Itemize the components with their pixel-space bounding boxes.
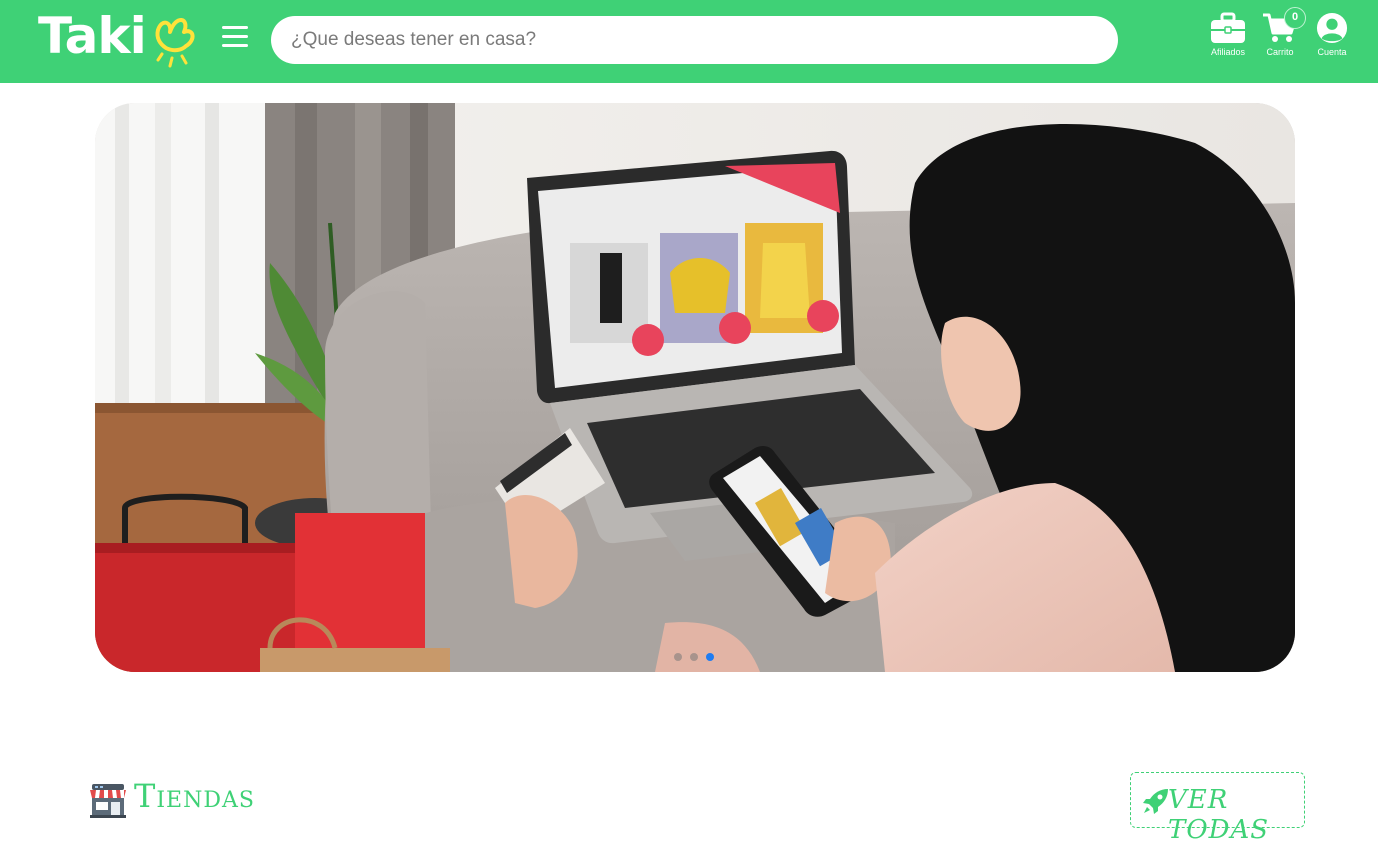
- menu-icon[interactable]: [222, 26, 250, 52]
- affiliates-label: Afiliados: [1210, 47, 1246, 57]
- carousel-dots: [674, 648, 722, 661]
- carousel-dot-1[interactable]: [674, 653, 682, 661]
- hero-carousel[interactable]: [95, 103, 1295, 672]
- stores-section-title: Tiendas: [134, 777, 255, 815]
- user-icon: [1316, 12, 1348, 44]
- logo-text: Taki: [38, 7, 147, 65]
- cart-button[interactable]: 0 Carrito: [1254, 7, 1306, 68]
- briefcase-icon: [1211, 12, 1245, 43]
- search-input[interactable]: [271, 16, 1118, 64]
- account-label: Cuenta: [1317, 47, 1347, 57]
- cart-label: Carrito: [1266, 47, 1294, 57]
- carousel-dot-2[interactable]: [690, 653, 698, 661]
- cart-count-badge: 0: [1284, 7, 1306, 29]
- see-all-stores-button[interactable]: VER TODAS: [1130, 772, 1305, 845]
- taki-logo[interactable]: Taki: [38, 6, 200, 72]
- top-navbar: Taki Afiliados 0 Carrito: [0, 0, 1378, 83]
- account-button[interactable]: Cuenta: [1306, 12, 1358, 68]
- store-icon: [90, 784, 126, 818]
- see-all-label: VER TODAS: [1168, 785, 1270, 845]
- carousel-dot-3[interactable]: [706, 653, 714, 661]
- logo-hand-icon: [155, 18, 195, 68]
- affiliates-button[interactable]: Afiliados: [1202, 12, 1254, 68]
- rocket-icon: [1143, 789, 1168, 814]
- banner-image: [95, 103, 1295, 672]
